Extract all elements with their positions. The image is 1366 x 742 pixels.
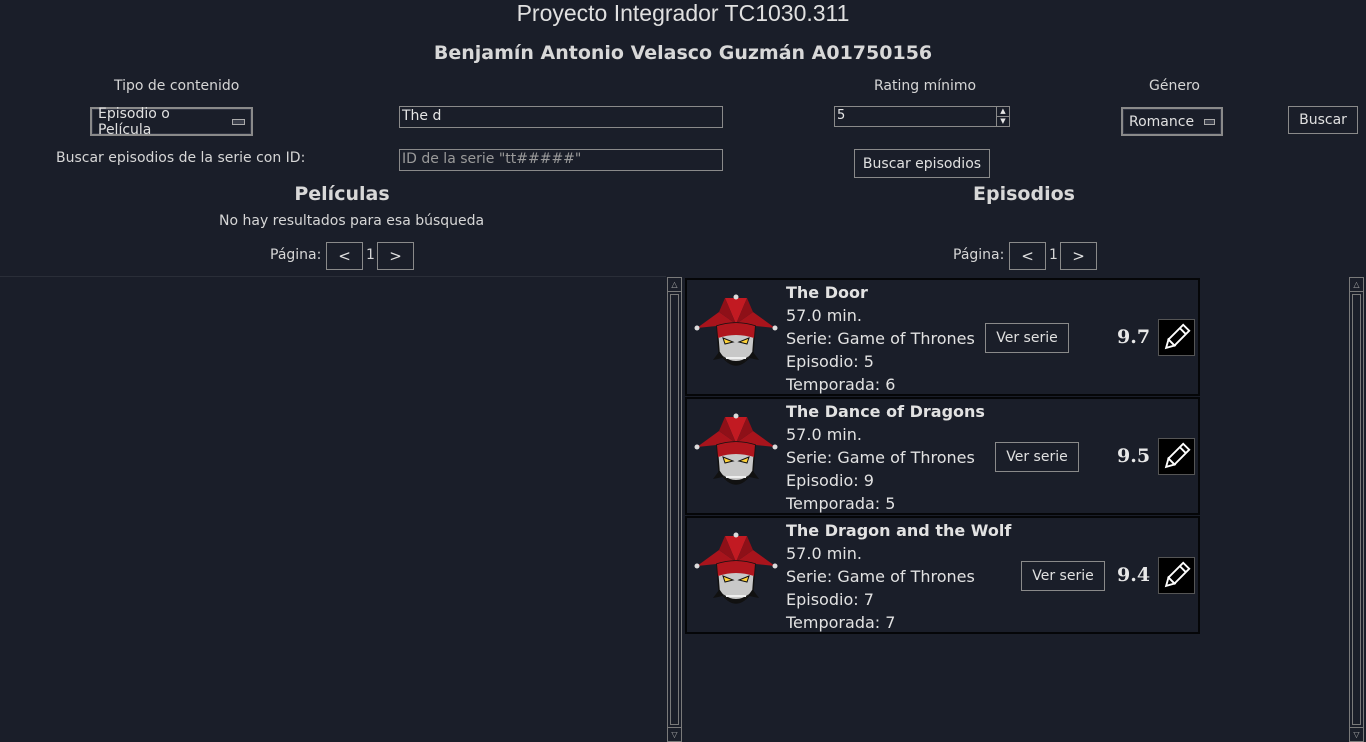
tipo-contenido-select[interactable]: Episodio o Película <box>90 105 253 138</box>
episode-number: Episodio: 9 <box>786 471 874 490</box>
spinner-down-icon[interactable]: ▼ <box>997 117 1009 126</box>
episode-card: The Dragon and the Wolf 57.0 min. Serie:… <box>685 516 1200 634</box>
episode-serie: Serie: Game of Thrones <box>786 329 975 348</box>
episode-title: The Dance of Dragons <box>786 402 985 421</box>
peliculas-scrollbar[interactable]: △ ▽ <box>667 277 682 742</box>
pencil-icon[interactable] <box>1158 557 1195 594</box>
scrollbar-track[interactable] <box>1352 294 1361 725</box>
ver-serie-button[interactable]: Ver serie <box>995 442 1079 472</box>
jester-mask-icon <box>689 294 783 380</box>
jester-mask-icon <box>689 532 783 618</box>
pencil-icon[interactable] <box>1158 319 1195 356</box>
episode-rating: 9.7 <box>1117 326 1151 348</box>
ver-serie-button[interactable]: Ver serie <box>1021 561 1105 591</box>
rating-minimo-label: Rating mínimo <box>874 78 977 94</box>
episode-info: The Door 57.0 min. Serie: Game of Throne… <box>786 281 975 396</box>
peliculas-page-label: Página: <box>270 247 322 263</box>
genero-label: Género <box>1149 78 1200 94</box>
dropdown-indicator-icon <box>1204 118 1215 125</box>
buscar-episodios-button[interactable]: Buscar episodios <box>854 149 990 178</box>
episode-rating: 9.5 <box>1117 445 1151 467</box>
rating-minimo-value: 5 <box>837 108 846 123</box>
episode-duration: 57.0 min. <box>786 425 862 444</box>
tipo-contenido-value: Episodio o Película <box>98 105 170 138</box>
episodios-title: Episodios <box>973 183 1075 205</box>
dropdown-indicator-icon <box>231 118 245 125</box>
rating-minimo-spinner[interactable]: 5 ▲ ▼ <box>834 106 1010 127</box>
peliculas-next-button[interactable]: > <box>377 242 414 270</box>
episode-info: The Dragon and the Wolf 57.0 min. Serie:… <box>786 519 1011 634</box>
pencil-icon[interactable] <box>1158 438 1195 475</box>
peliculas-page-number: 1 <box>366 247 375 263</box>
genero-value: Romance <box>1129 113 1195 130</box>
peliculas-empty-message: No hay resultados para esa búsqueda <box>219 213 485 229</box>
episode-season: Temporada: 5 <box>786 494 896 513</box>
scroll-up-arrow-icon[interactable]: △ <box>1350 278 1363 292</box>
episode-title: The Dragon and the Wolf <box>786 521 1012 540</box>
peliculas-title: Películas <box>294 183 390 205</box>
episode-info: The Dance of Dragons 57.0 min. Serie: Ga… <box>786 400 985 515</box>
episode-number: Episodio: 5 <box>786 352 874 371</box>
jester-mask-icon <box>689 413 783 499</box>
search-input[interactable]: The d <box>399 106 723 128</box>
episodios-scrollbar[interactable]: △ ▽ <box>1349 277 1364 742</box>
episode-duration: 57.0 min. <box>786 306 862 325</box>
episode-title: The Door <box>786 283 868 302</box>
episodios-next-button[interactable]: > <box>1060 242 1097 270</box>
episodios-page-number: 1 <box>1049 247 1058 263</box>
episode-number: Episodio: 7 <box>786 590 874 609</box>
scroll-up-arrow-icon[interactable]: △ <box>668 278 681 292</box>
tipo-contenido-label: Tipo de contenido <box>114 78 240 94</box>
author-name: Benjamín Antonio Velasco Guzmán A0175015… <box>433 42 933 64</box>
buscar-button[interactable]: Buscar <box>1288 106 1358 134</box>
episode-serie: Serie: Game of Thrones <box>786 448 975 467</box>
serie-id-label: Buscar episodios de la serie con ID: <box>56 150 306 166</box>
episodios-prev-button[interactable]: < <box>1009 242 1046 270</box>
episode-rating: 9.4 <box>1117 564 1151 586</box>
episode-season: Temporada: 7 <box>786 613 896 632</box>
episode-duration: 57.0 min. <box>786 544 862 563</box>
spinner-up-icon[interactable]: ▲ <box>997 107 1009 117</box>
episodios-page-label: Página: <box>953 247 1005 263</box>
ver-serie-button[interactable]: Ver serie <box>985 323 1069 353</box>
scroll-down-arrow-icon[interactable]: ▽ <box>1350 727 1363 741</box>
episode-card: The Door 57.0 min. Serie: Game of Throne… <box>685 278 1200 396</box>
serie-id-input[interactable]: ID de la serie "tt#####" <box>399 149 723 171</box>
genero-select[interactable]: Romance <box>1121 107 1223 136</box>
episode-serie: Serie: Game of Thrones <box>786 567 975 586</box>
peliculas-results-panel <box>0 276 666 742</box>
scroll-down-arrow-icon[interactable]: ▽ <box>668 727 681 741</box>
episode-card: The Dance of Dragons 57.0 min. Serie: Ga… <box>685 397 1200 515</box>
scrollbar-track[interactable] <box>670 294 679 725</box>
episode-season: Temporada: 6 <box>786 375 896 394</box>
peliculas-prev-button[interactable]: < <box>326 242 363 270</box>
app-title: Proyecto Integrador TC1030.311 <box>516 0 850 26</box>
